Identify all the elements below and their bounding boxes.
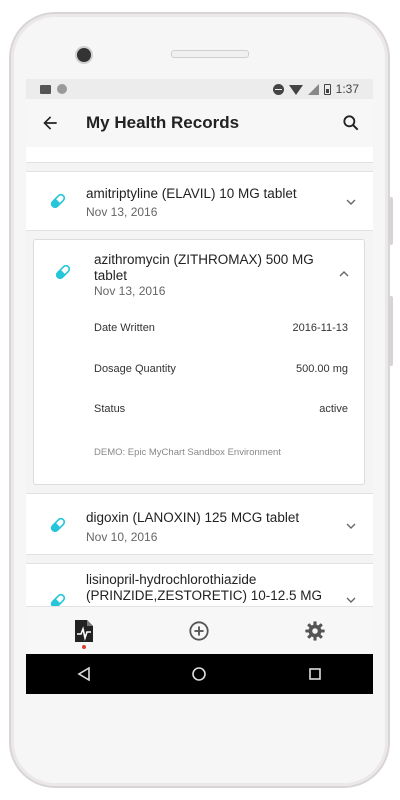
record-item-amitriptyline[interactable]: amitriptyline (ELAVIL) 10 MG tablet Nov …: [26, 171, 373, 231]
sync-notification-icon: [57, 84, 67, 94]
record-date: Nov 10, 2016: [86, 530, 158, 544]
data-source-note: DEMO: Epic MyChart Sandbox Environment: [94, 447, 281, 458]
chevron-down-icon[interactable]: [343, 194, 359, 210]
add-circle-icon: [189, 621, 210, 641]
nav-settings[interactable]: [285, 607, 345, 655]
pill-icon: [50, 517, 66, 533]
detail-value: active: [319, 403, 348, 415]
do-not-disturb-icon: [272, 83, 284, 95]
record-name: amitriptyline (ELAVIL) 10 MG tablet: [86, 186, 297, 201]
record-name: azithromycin (ZITHROMAX) 500 MG tablet: [94, 252, 314, 283]
records-list[interactable]: amitriptyline (ELAVIL) 10 MG tablet Nov …: [26, 147, 373, 606]
pill-icon: [50, 193, 66, 209]
earpiece-speaker: [171, 50, 249, 58]
detail-row-date-written: Date Written 2016-11-13: [94, 322, 348, 334]
status-bar: 1:37: [26, 79, 373, 99]
nav-add[interactable]: [169, 607, 229, 655]
bottom-navigation: [26, 606, 373, 655]
system-home-button[interactable]: [169, 654, 229, 694]
system-navigation-bar: [26, 654, 373, 694]
pill-icon: [55, 264, 71, 280]
recents-square-icon: [309, 668, 321, 680]
wifi-icon: [288, 85, 303, 95]
battery-icon: [323, 83, 331, 95]
image-notification-icon: [40, 84, 51, 94]
back-button[interactable]: [26, 99, 74, 147]
chevron-down-icon[interactable]: [343, 518, 359, 534]
chevron-down-icon[interactable]: [343, 592, 359, 606]
search-button[interactable]: [329, 99, 373, 147]
record-date: Nov 13, 2016: [86, 205, 158, 219]
record-item-lisinopril[interactable]: lisinopril-hydrochlorothiazide (PRINZIDE…: [26, 563, 373, 606]
detail-value: 2016-11-13: [292, 322, 348, 334]
pill-icon: [50, 593, 66, 606]
system-back-button[interactable]: [54, 654, 114, 694]
front-camera: [77, 48, 91, 62]
back-arrow-icon: [43, 116, 57, 130]
volume-button: [389, 197, 393, 245]
detail-row-dosage-quantity: Dosage Quantity 500.00 mg: [94, 363, 348, 375]
app-screen: 1:37 My Health Records amitriptyline (EL…: [26, 79, 373, 694]
record-item-digoxin[interactable]: digoxin (LANOXIN) 125 MCG tablet Nov 10,…: [26, 493, 373, 555]
power-button: [389, 296, 393, 366]
record-name: lisinopril-hydrochlorothiazide (PRINZIDE…: [86, 572, 323, 603]
health-record-icon: [74, 620, 93, 642]
back-triangle-icon: [77, 667, 90, 681]
nav-health-records[interactable]: [54, 607, 114, 655]
detail-label: Date Written: [94, 322, 155, 334]
record-name: digoxin (LANOXIN) 125 MCG tablet: [86, 510, 300, 525]
cell-signal-icon: [307, 83, 319, 95]
settings-icon: [305, 621, 325, 641]
page-title: My Health Records: [86, 113, 240, 132]
home-circle-icon: [192, 667, 207, 681]
detail-label: Status: [94, 403, 126, 415]
list-item-partial: [26, 147, 373, 163]
record-date: Nov 13, 2016: [94, 284, 166, 298]
detail-label: Dosage Quantity: [94, 363, 176, 375]
chevron-up-icon[interactable]: [336, 266, 352, 282]
status-time: 1:37: [335, 82, 359, 96]
detail-value: 500.00 mg: [296, 363, 348, 375]
record-item-azithromycin-expanded[interactable]: azithromycin (ZITHROMAX) 500 MG tablet N…: [33, 239, 365, 485]
search-icon: [343, 115, 359, 131]
system-recents-button[interactable]: [285, 654, 345, 694]
active-indicator: [81, 645, 86, 649]
app-bar: My Health Records: [26, 99, 373, 148]
detail-row-status: Status active: [94, 403, 348, 415]
